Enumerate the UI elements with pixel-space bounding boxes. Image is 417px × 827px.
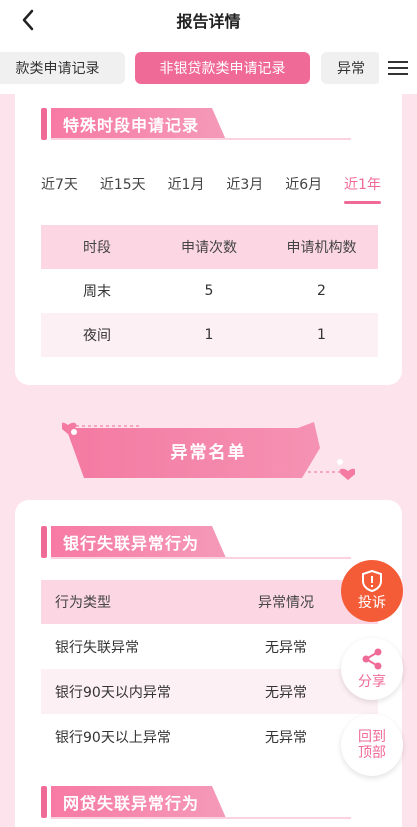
table-cell: 银行失联异常 [55, 639, 139, 656]
table-cell: 周末 [83, 284, 111, 300]
chevron-left-icon [22, 9, 34, 31]
period-tab-1y[interactable]: 近1年 [344, 174, 381, 204]
section-title-label: 网贷失联异常行为 [51, 786, 226, 818]
table-cell: 银行90天以内异常 [55, 684, 171, 701]
hamburger-menu-icon [388, 61, 408, 75]
table-cell: 1 [204, 327, 214, 343]
section-title: 银行失联异常行为 [41, 526, 226, 558]
section-title: 网贷失联异常行为 [41, 786, 226, 818]
period-tab-7d[interactable]: 近7天 [41, 174, 78, 204]
table-header-row: 时段 申请次数 申请机构数 [41, 225, 378, 269]
table-row: 银行90天以上异常 无异常 [41, 714, 378, 759]
table-cell: 无异常 [265, 639, 307, 656]
back-to-top-label-line2: 顶部 [358, 745, 386, 761]
tab-loan-application[interactable]: 款类申请记录 [0, 52, 125, 84]
tab-abnormal[interactable]: 异常 [321, 52, 381, 84]
section-title-label: 银行失联异常行为 [51, 526, 226, 558]
period-tab-15d[interactable]: 近15天 [100, 174, 146, 204]
table-header-row: 行为类型 异常情况 [41, 580, 378, 624]
section-divider [51, 557, 351, 559]
column-header: 行为类型 [55, 595, 111, 611]
table-row: 银行失联异常 无异常 [41, 624, 378, 669]
section-title-label: 特殊时段申请记录 [51, 108, 226, 140]
complain-button[interactable]: 投诉 [341, 560, 403, 622]
title-accent-bar [41, 526, 47, 558]
special-period-table: 时段 申请次数 申请机构数 周末 5 2 夜间 1 1 [41, 225, 378, 357]
table-row: 夜间 1 1 [41, 313, 378, 357]
complain-label: 投诉 [358, 595, 386, 611]
column-header: 申请机构数 [286, 240, 357, 256]
period-tab-3m[interactable]: 近3月 [226, 174, 263, 204]
table-row: 银行90天以内异常 无异常 [41, 669, 378, 714]
table-cell: 1 [317, 327, 326, 343]
back-button[interactable] [14, 6, 42, 34]
section-divider [51, 817, 351, 819]
table-cell: 无异常 [265, 729, 307, 746]
table-cell: 5 [204, 283, 214, 299]
top-header: 报告详情 [0, 0, 417, 40]
period-tabs: 近7天 近15天 近1月 近3月 近6月 近1年 [41, 174, 381, 204]
banner-label: 异常名单 [170, 442, 247, 463]
bank-lost-table: 行为类型 异常情况 银行失联异常 无异常 银行90天以内异常 无异常 银行90天… [41, 580, 378, 759]
tab-non-bank-loan-application[interactable]: 非银贷款类申请记录 [135, 52, 310, 84]
section-divider [51, 138, 351, 140]
column-header: 异常情况 [258, 595, 314, 611]
special-period-card: 特殊时段申请记录 近7天 近15天 近1月 近3月 近6月 近1年 时段 申请次… [15, 94, 402, 385]
title-accent-bar [41, 786, 47, 818]
share-icon [362, 648, 382, 670]
table-cell: 2 [317, 283, 326, 299]
table-cell: 无异常 [265, 684, 307, 701]
column-header: 时段 [83, 240, 111, 256]
table-cell: 夜间 [83, 328, 111, 344]
menu-button[interactable] [379, 52, 417, 84]
section-title: 特殊时段申请记录 [41, 108, 226, 140]
column-header: 申请次数 [181, 240, 237, 256]
table-cell: 银行90天以上异常 [55, 729, 171, 746]
abnormal-list-banner: 异常名单 [62, 420, 355, 480]
table-row: 周末 5 2 [41, 269, 378, 313]
share-button[interactable]: 分享 [341, 638, 403, 700]
page-title: 报告详情 [176, 12, 241, 31]
share-label: 分享 [358, 674, 386, 690]
category-tabbar: 款类申请记录 非银贷款类申请记录 异常 [0, 40, 417, 94]
period-tab-1m[interactable]: 近1月 [168, 174, 205, 204]
shield-alert-icon [362, 570, 382, 592]
back-to-top-label-line1: 回到 [358, 729, 386, 745]
back-to-top-button[interactable]: 回到 顶部 [341, 714, 403, 776]
title-accent-bar [41, 108, 47, 140]
period-tab-6m[interactable]: 近6月 [285, 174, 322, 204]
